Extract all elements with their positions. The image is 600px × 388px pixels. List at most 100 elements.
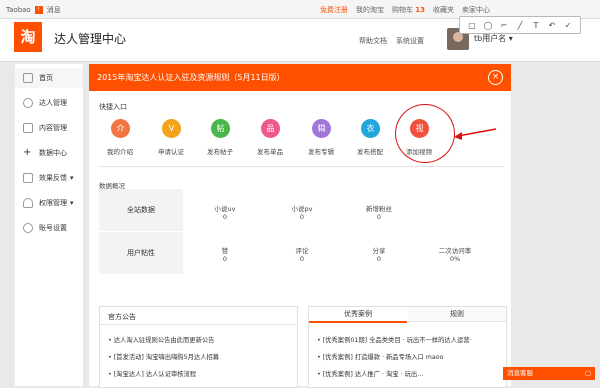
topbar-right: 免费注册 我的淘宝 购物车 13 收藏夹 卖家中心 <box>320 5 490 15</box>
sidebar-item-content[interactable]: 内容管理 <box>15 118 83 138</box>
divider <box>100 324 297 325</box>
annotation-arrow <box>454 128 497 140</box>
sidebar-item-data[interactable]: + 数据中心 <box>15 143 83 163</box>
list-item[interactable]: • [优秀案例] 打造爆款 · 新品专场入口 maoo <box>317 352 444 361</box>
metric-value: 0 <box>222 213 228 221</box>
ellipse-tool-icon[interactable]: ◯ <box>484 21 493 30</box>
sidebar: 首页 达人管理 内容管理 + 数据中心 效果反馈 ▾ 权限管理 ▾ 账号设置 <box>15 64 83 386</box>
help-docs-link[interactable]: 帮助文档 <box>359 36 387 46</box>
panel-title: 官方公告 <box>108 313 136 321</box>
pen-tool-icon[interactable]: ╱ <box>516 21 525 30</box>
arrow-tool-icon[interactable]: ⌐ <box>500 21 509 30</box>
metric-label: 二次访问率 <box>438 247 472 255</box>
list-item[interactable]: • 达人淘入驻规则公告由此而更新公告 <box>108 335 214 344</box>
widget-label: 消息客服 <box>507 369 533 377</box>
item-icon[interactable]: 品 <box>261 119 280 138</box>
intro-icon[interactable]: 介 <box>111 119 130 138</box>
tab-rules[interactable]: 规则 <box>408 307 506 322</box>
sidebar-item-label: 账号设置 <box>39 224 67 232</box>
topbar-item[interactable]: 收藏夹 <box>433 5 454 15</box>
quick-label[interactable]: 发布帖子 <box>195 146 245 156</box>
app-title: 达人管理中心 <box>54 32 127 46</box>
gear-icon <box>23 223 33 233</box>
rect-tool-icon[interactable]: ▢ <box>468 21 477 30</box>
banner-text[interactable]: 2015年淘宝达人认证入驻及资源规则（5月11日版） <box>97 72 285 83</box>
divider <box>99 166 504 167</box>
list-item[interactable]: • [优秀案例] 达人推广 · 淘宝 · 玩出... <box>317 369 423 378</box>
chart-icon <box>23 173 33 183</box>
metric-value: 0 <box>376 213 382 221</box>
sidebar-item-label: 达人管理 <box>39 99 67 107</box>
metric-label: 评论 <box>295 247 309 255</box>
announcement-panel: 官方公告 • 达人淘入驻规则公告由此而更新公告 • [首发活动] 淘宝嗨出嗨购5… <box>99 306 298 388</box>
topbar-item[interactable]: 我的淘宝 <box>356 5 384 15</box>
sidebar-item-label: 权限管理 <box>39 199 67 207</box>
tab-cases[interactable]: 优秀案例 <box>309 307 407 323</box>
row-header: 全站数据 <box>99 189 183 231</box>
row-header: 用户粘性 <box>99 232 183 274</box>
metric-value: 0 <box>376 255 382 263</box>
chevron-down-icon: ▾ <box>70 199 74 207</box>
metric-label: 分享 <box>372 247 386 255</box>
topbar-left: Taobao ! 消息 <box>6 5 61 15</box>
list-item[interactable]: • [首发活动] 淘宝嗨出嗨购5月达人招募 <box>108 352 219 361</box>
list-item[interactable]: • [淘宝达人] 达人认证审核流程 <box>108 369 196 378</box>
quick-label[interactable]: 发布搭配 <box>345 146 395 156</box>
album-icon[interactable]: 辑 <box>312 119 331 138</box>
sidebar-item-talent[interactable]: 达人管理 <box>15 93 83 113</box>
topbar-left-item[interactable]: Taobao <box>6 6 31 14</box>
chevron-down-icon: ▾ <box>70 174 74 182</box>
close-icon[interactable]: × <box>488 70 503 85</box>
annotation-circle <box>395 104 455 163</box>
certify-icon[interactable]: V <box>162 119 181 138</box>
sidebar-item-label: 内容管理 <box>39 124 67 132</box>
metric-value: 0 <box>299 213 305 221</box>
sidebar-item-home[interactable]: 首页 <box>15 68 83 88</box>
main-content: 2015年淘宝达人认证入驻及资源规则（5月11日版） × 快捷入口 介 我的介绍… <box>89 64 511 388</box>
quick-label[interactable]: 发布单品 <box>245 146 295 156</box>
topbar-highlight[interactable]: 免费注册 <box>320 5 348 15</box>
cart-count: 13 <box>415 6 425 14</box>
taobao-logo[interactable]: 淘 <box>14 22 42 52</box>
quick-label[interactable]: 申请认证 <box>146 146 196 156</box>
sidebar-item-label: 首页 <box>39 74 53 82</box>
home-icon <box>23 73 33 83</box>
quick-label[interactable]: 发布专辑 <box>296 146 346 156</box>
outfit-icon[interactable]: 衣 <box>361 119 380 138</box>
topbar-cart[interactable]: 购物车 13 <box>392 5 425 15</box>
plus-icon: + <box>23 147 32 158</box>
metric-value: 0 <box>299 255 305 263</box>
text-tool-icon[interactable]: T <box>532 21 541 30</box>
metric-value: 0% <box>449 255 461 263</box>
metric-label: 小说pv <box>291 205 313 213</box>
notify-icon[interactable]: ! <box>34 6 43 14</box>
grid-icon <box>23 123 33 133</box>
metric-label: 新增粉丝 <box>366 205 392 213</box>
topbar-left-item[interactable]: 消息 <box>47 5 61 15</box>
metric-label: 赞 <box>221 247 229 255</box>
quick-entry-title: 快捷入口 <box>99 103 127 111</box>
annotation-toolbar: ▢ ◯ ⌐ ╱ T ↶ ✓ <box>459 16 581 34</box>
globe-icon <box>23 98 33 108</box>
chat-widget[interactable]: 消息客服 ▢ <box>503 367 595 380</box>
sidebar-item-label: 数据中心 <box>39 149 67 157</box>
sidebar-item-label: 效果反馈 <box>39 174 67 182</box>
post-icon[interactable]: 帖 <box>211 119 230 138</box>
quick-label[interactable]: 我的介绍 <box>95 146 145 156</box>
sidebar-item-account[interactable]: 账号设置 <box>15 218 83 238</box>
undo-icon[interactable]: ↶ <box>548 21 557 30</box>
confirm-icon[interactable]: ✓ <box>564 21 573 30</box>
metric-value: 0 <box>222 255 228 263</box>
username[interactable]: tb用户名 ▾ <box>474 33 513 44</box>
topbar-item[interactable]: 卖家中心 <box>462 5 490 15</box>
announcement-banner[interactable]: 2015年淘宝达人认证入驻及资源规则（5月11日版） × <box>89 64 511 91</box>
sidebar-item-feedback[interactable]: 效果反馈 ▾ <box>15 168 83 188</box>
bell-icon <box>23 198 33 208</box>
metric-label: 小说uv <box>214 205 236 213</box>
system-settings-link[interactable]: 系统设置 <box>396 36 424 46</box>
sidebar-item-permission[interactable]: 权限管理 ▾ <box>15 193 83 213</box>
list-item[interactable]: • [优秀案例01期] 全品类类目 · 玩出不一样的达人运营· <box>317 335 472 344</box>
expand-icon[interactable]: ▢ <box>585 367 591 380</box>
data-table: 全站数据 用户粘性 小说uv 0 小说pv 0 新增粉丝 0 赞 0 评论 0 … <box>99 189 504 274</box>
cases-panel: 优秀案例 规则 • [优秀案例01期] 全品类类目 · 玩出不一样的达人运营· … <box>308 306 507 388</box>
